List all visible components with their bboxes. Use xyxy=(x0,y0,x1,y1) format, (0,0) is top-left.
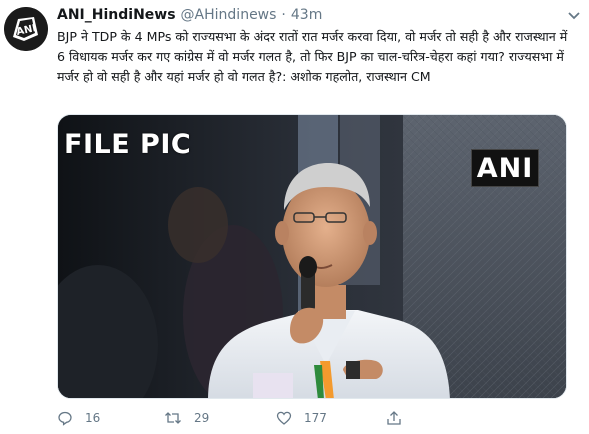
timestamp[interactable]: 43m xyxy=(291,7,322,23)
reply-count: 16 xyxy=(85,411,101,425)
like-icon xyxy=(276,411,292,425)
retweet-button[interactable]: 29 xyxy=(164,410,209,426)
tweet[interactable]: ANI ANI_HindiNews @AHindinews · 43m BJP … xyxy=(0,0,589,434)
file-pic-label: FILE PIC xyxy=(64,129,192,160)
retweet-icon xyxy=(165,412,181,424)
separator-dot: · xyxy=(281,7,286,23)
more-options-button[interactable] xyxy=(566,9,582,23)
like-count: 177 xyxy=(304,411,327,425)
ani-watermark: ANI xyxy=(471,149,539,187)
caret-down-icon xyxy=(568,12,580,20)
share-button[interactable] xyxy=(386,410,402,426)
avatar-logo-icon: ANI xyxy=(4,7,48,51)
retweet-count: 29 xyxy=(194,411,210,425)
tweet-actions: 16 29 177 xyxy=(57,410,477,430)
avatar[interactable]: ANI xyxy=(4,7,48,51)
like-button[interactable]: 177 xyxy=(276,410,327,426)
user-handle[interactable]: @AHindinews xyxy=(181,7,277,23)
share-icon xyxy=(387,411,401,425)
reply-icon xyxy=(58,411,72,426)
tweet-media[interactable]: FILE PIC ANI xyxy=(57,114,567,399)
tweet-text: BJP ने TDP के 4 MPs को राज्यसभा के अंदर … xyxy=(57,29,568,84)
tweet-header: ANI_HindiNews @AHindinews · 43m xyxy=(57,7,322,27)
reply-button[interactable]: 16 xyxy=(57,410,100,426)
display-name[interactable]: ANI_HindiNews xyxy=(57,7,176,23)
